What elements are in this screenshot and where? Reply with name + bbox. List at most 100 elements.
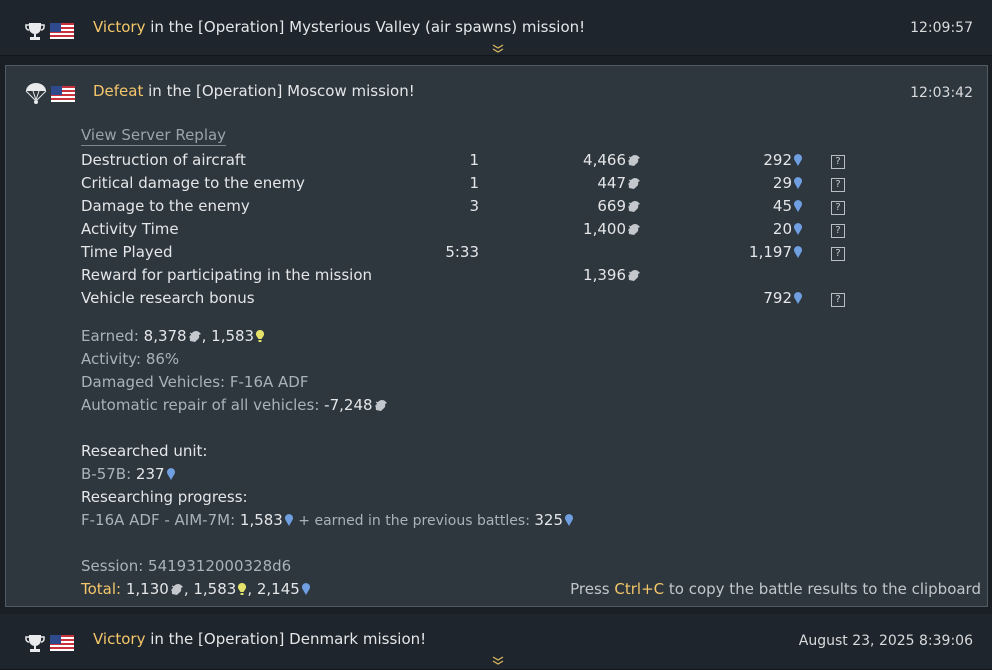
repair-line: Automatic repair of all vehicles: -7,248 bbox=[81, 396, 388, 414]
reward-help-cell: ? bbox=[803, 194, 845, 217]
help-icon[interactable]: ? bbox=[831, 224, 845, 238]
session-line: Session: 5419312000328d6 bbox=[81, 557, 292, 575]
reward-rp-cell: 20 bbox=[641, 217, 803, 240]
ctrl-c-key: Ctrl+C bbox=[614, 580, 665, 598]
silver-lions-icon bbox=[628, 154, 640, 166]
result-word: Victory bbox=[93, 630, 146, 648]
battle-entry-1[interactable]: Victory in the [Operation] Mysterious Va… bbox=[0, 0, 992, 56]
earned-sl: 8,378 bbox=[143, 327, 187, 345]
repair-value: -7,248 bbox=[324, 396, 373, 414]
us-flag-icon bbox=[50, 635, 74, 651]
reward-rp-cell: 292 bbox=[641, 148, 803, 171]
silver-lions-icon bbox=[628, 200, 640, 212]
silver-lions-icon bbox=[374, 400, 387, 411]
reward-sl-cell: 4,466 bbox=[479, 148, 641, 171]
reward-lbl-cell: Destruction of aircraft bbox=[81, 150, 246, 169]
chevron-down-icon[interactable] bbox=[491, 43, 505, 53]
reward-row: Activity Time 1,400 20? bbox=[81, 217, 845, 240]
reward-cnt-cell bbox=[421, 263, 479, 286]
reward-lbl-cell: Damage to the enemy bbox=[81, 196, 250, 215]
help-icon[interactable]: ? bbox=[831, 247, 845, 261]
view-server-replay-link[interactable]: View Server Replay bbox=[81, 126, 227, 146]
silver-lions-icon bbox=[188, 331, 201, 342]
research-points-icon bbox=[794, 291, 802, 304]
entry-time: 12:09:57 bbox=[910, 20, 973, 36]
entry-title: Victory in the [Operation] Denmark missi… bbox=[93, 630, 426, 648]
reward-help-cell: ? bbox=[803, 240, 845, 263]
research-points-icon bbox=[794, 222, 802, 235]
researched-unit-heading: Researched unit: bbox=[81, 442, 208, 460]
rewards-table: Destruction of aircraft 1 4,466 292? Critica… bbox=[81, 148, 845, 309]
research-points-icon bbox=[794, 245, 802, 258]
convertible-rp-icon bbox=[256, 329, 265, 342]
entry-time: August 23, 2025 8:39:06 bbox=[798, 633, 973, 649]
copy-hint: Press Ctrl+C to copy the battle results … bbox=[570, 580, 981, 598]
reward-lbl-cell: Critical damage to the enemy bbox=[81, 173, 305, 192]
reward-help-cell: ? bbox=[803, 171, 845, 194]
reward-cnt-cell: 1 bbox=[469, 173, 479, 192]
reward-cnt-cell: 1 bbox=[469, 150, 479, 169]
earned-crp: 1,583 bbox=[211, 327, 255, 345]
research-points-icon bbox=[794, 199, 802, 212]
help-icon[interactable]: ? bbox=[831, 178, 845, 192]
researching-heading: Researching progress: bbox=[81, 488, 248, 506]
reward-rp-cell: 29 bbox=[641, 171, 803, 194]
researching-line: F-16A ADF - AIM-7M: 1,583 + earned in th… bbox=[81, 511, 574, 529]
activity-line: Activity: 86% bbox=[81, 350, 180, 368]
research-points-icon bbox=[284, 514, 293, 526]
reward-help-cell: ? bbox=[803, 217, 845, 240]
researched-unit-line: B-57B: 237 bbox=[81, 465, 176, 483]
reward-cnt-cell: 5:33 bbox=[445, 242, 479, 261]
help-icon[interactable]: ? bbox=[831, 201, 845, 215]
entry-time: 12:03:42 bbox=[910, 85, 973, 101]
mission-text: in the [Operation] Mysterious Valley (ai… bbox=[145, 18, 586, 36]
reward-sl-cell bbox=[479, 240, 641, 263]
reward-help-cell bbox=[803, 263, 845, 286]
us-flag-icon bbox=[51, 86, 75, 102]
help-icon[interactable]: ? bbox=[831, 293, 845, 307]
trophy-icon bbox=[25, 23, 45, 40]
silver-lions-icon bbox=[628, 269, 640, 281]
earned-line: Earned: 8,378, 1,583 bbox=[81, 327, 265, 345]
convertible-rp-icon bbox=[238, 582, 247, 595]
reward-rp-cell: 45 bbox=[641, 194, 803, 217]
damaged-vehicles-line: Damaged Vehicles: F-16A ADF bbox=[81, 373, 309, 391]
reward-cnt-cell bbox=[421, 286, 479, 309]
reward-lbl-cell: Vehicle research bonus bbox=[81, 288, 255, 307]
reward-row: Damage to the enemy 3 669 45? bbox=[81, 194, 845, 217]
reward-lbl-cell: Reward for participating in the mission bbox=[81, 265, 373, 284]
research-points-icon bbox=[301, 583, 310, 595]
reward-lbl-cell: Activity Time bbox=[81, 219, 179, 238]
reward-row: Destruction of aircraft 1 4,466 292? bbox=[81, 148, 845, 171]
result-word: Defeat bbox=[93, 82, 144, 100]
reward-lbl-cell: Time Played bbox=[81, 242, 173, 261]
reward-cnt-cell bbox=[421, 217, 479, 240]
reward-cnt-cell: 3 bbox=[469, 196, 479, 215]
entry-icons bbox=[24, 632, 74, 654]
research-points-icon bbox=[166, 468, 175, 480]
research-points-icon bbox=[794, 153, 802, 166]
help-icon[interactable]: ? bbox=[831, 155, 845, 169]
reward-sl-cell: 1,400 bbox=[479, 217, 641, 240]
battle-entry-3[interactable]: Victory in the [Operation] Denmark missi… bbox=[0, 614, 992, 670]
reward-sl-cell: 669 bbox=[479, 194, 641, 217]
entry-title: Victory in the [Operation] Mysterious Va… bbox=[93, 18, 585, 36]
us-flag-icon bbox=[50, 23, 74, 39]
chevron-down-icon[interactable] bbox=[491, 655, 505, 665]
result-word: Victory bbox=[93, 18, 146, 36]
reward-sl-cell: 447 bbox=[479, 171, 641, 194]
research-points-icon bbox=[565, 514, 574, 526]
mission-text: in the [Operation] Moscow mission! bbox=[143, 82, 415, 100]
entry-icons bbox=[25, 82, 75, 106]
reward-row: Reward for participating in the mission 1… bbox=[81, 263, 845, 286]
silver-lions-icon bbox=[628, 177, 640, 189]
reward-rp-cell bbox=[641, 263, 803, 286]
reward-sl-cell bbox=[479, 286, 641, 309]
silver-lions-icon bbox=[170, 584, 183, 595]
entry-title: Defeat in the [Operation] Moscow mission… bbox=[93, 82, 415, 100]
reward-help-cell: ? bbox=[803, 286, 845, 309]
entry-icons bbox=[24, 20, 74, 42]
reward-sl-cell: 1,396 bbox=[479, 263, 641, 286]
reward-row: Critical damage to the enemy 1 447 29? bbox=[81, 171, 845, 194]
reward-help-cell: ? bbox=[803, 148, 845, 171]
